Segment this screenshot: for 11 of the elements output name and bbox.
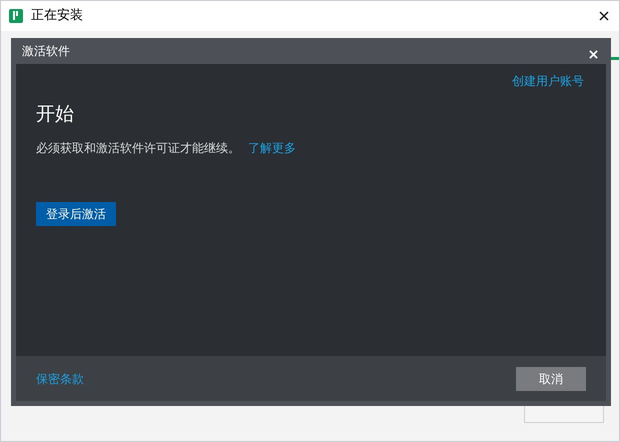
privacy-link[interactable]: 保密条款 <box>36 370 84 388</box>
activate-button[interactable]: 登录后激活 <box>36 202 116 226</box>
dialog-title: 激活软件 <box>21 43 70 60</box>
cancel-button[interactable]: 取消 <box>516 366 586 390</box>
close-icon[interactable] <box>599 11 609 21</box>
dialog-heading: 开始 <box>36 102 75 127</box>
window-title: 正在安装 <box>31 7 83 26</box>
app-logo-icon <box>9 9 23 23</box>
license-message: 必须获取和激活软件许可证才能继续。 了解更多 <box>36 140 297 156</box>
create-account-link[interactable]: 创建用户账号 <box>512 72 584 90</box>
learn-more-link[interactable]: 了解更多 <box>248 140 296 154</box>
